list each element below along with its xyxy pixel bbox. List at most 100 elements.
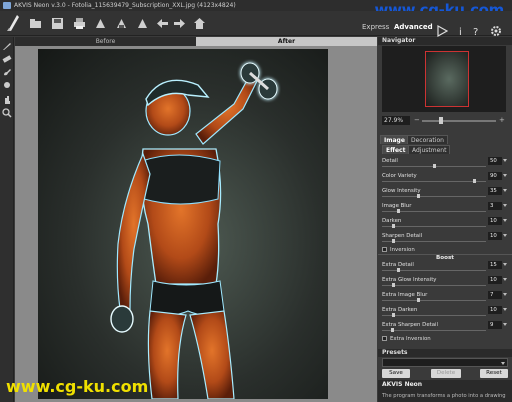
left-toolbar [0, 37, 14, 402]
mode-advanced[interactable]: Advanced [394, 23, 433, 31]
param-dropdown-icon[interactable] [503, 204, 507, 207]
param-slider[interactable] [382, 285, 486, 286]
param-label: Color Variety [382, 173, 417, 179]
param-slider-thumb[interactable] [392, 239, 396, 243]
tab-after[interactable]: After [196, 37, 377, 46]
param-slider-thumb[interactable] [472, 179, 476, 183]
param-glow-intensity: Glow Intensity 35 [381, 187, 509, 199]
param-dropdown-icon[interactable] [503, 293, 507, 296]
param-image-blur: Image Blur 3 [381, 202, 509, 214]
param-value[interactable]: 35 [488, 187, 502, 195]
run-icon[interactable] [436, 25, 448, 37]
param-slider-thumb[interactable] [432, 164, 436, 168]
param-slider[interactable] [382, 330, 486, 331]
param-value[interactable]: 10 [488, 306, 502, 314]
reset-button[interactable]: Reset [480, 369, 508, 378]
param-value[interactable]: 3 [488, 202, 502, 210]
param-slider-thumb[interactable] [391, 328, 395, 332]
param-dropdown-icon[interactable] [503, 174, 507, 177]
param-dropdown-icon[interactable] [503, 323, 507, 326]
smudge-tool-icon[interactable] [2, 80, 12, 90]
param-slider-thumb[interactable] [392, 313, 396, 317]
delete-preset-button[interactable]: Delete [431, 369, 461, 378]
hand-tool-icon[interactable] [2, 95, 12, 105]
stroke-tool-icon[interactable] [2, 41, 12, 51]
tab-adjustment[interactable]: Adjustment [408, 145, 451, 154]
param-slider-thumb[interactable] [392, 283, 396, 287]
presets-dropdown[interactable] [382, 358, 508, 367]
help-icon[interactable]: ? [471, 25, 483, 37]
param-extra-image-blur: Extra Image Blur 7 [381, 291, 509, 303]
about-icon[interactable]: i [455, 25, 467, 37]
param-slider-thumb[interactable] [397, 268, 401, 272]
home-icon[interactable] [192, 17, 206, 30]
param-dropdown-icon[interactable] [503, 189, 507, 192]
save-icon[interactable] [50, 17, 64, 30]
zoom-in-button[interactable]: + [499, 116, 505, 124]
param-slider-thumb[interactable] [417, 298, 421, 302]
param-extra-darken: Extra Darken 10 [381, 306, 509, 318]
inversion-checkbox[interactable]: Inversion [382, 246, 415, 254]
param-slider[interactable] [382, 241, 486, 242]
eraser-tool-icon[interactable] [2, 54, 12, 64]
svg-text:i: i [459, 27, 462, 37]
param-dropdown-icon[interactable] [503, 278, 507, 281]
param-dropdown-icon[interactable] [503, 234, 507, 237]
param-value[interactable]: 50 [488, 157, 502, 165]
zoom-out-button[interactable]: − [414, 116, 420, 124]
zoom-row: 27.9% − + [382, 116, 508, 126]
boost-header: Boost [378, 254, 512, 261]
batch-icon[interactable] [114, 17, 128, 30]
param-dropdown-icon[interactable] [503, 263, 507, 266]
param-slider[interactable] [382, 226, 486, 227]
tab-before[interactable]: Before [15, 37, 196, 46]
param-slider[interactable] [382, 196, 486, 197]
param-slider-thumb[interactable] [392, 224, 396, 228]
param-dropdown-icon[interactable] [503, 219, 507, 222]
image-canvas[interactable] [15, 46, 377, 402]
about-title: AKVIS Neon [382, 381, 423, 388]
navigator-view[interactable] [382, 46, 506, 112]
open-icon[interactable] [28, 17, 42, 30]
param-slider[interactable] [382, 181, 486, 182]
tab-image[interactable]: Image [380, 135, 409, 144]
tab-effect[interactable]: Effect [382, 145, 410, 154]
save-preset-button[interactable]: Save [382, 369, 410, 378]
param-dropdown-icon[interactable] [503, 308, 507, 311]
redo-icon[interactable] [172, 17, 186, 30]
zoom-tool-icon[interactable] [2, 108, 12, 118]
brush-tool-icon[interactable] [2, 67, 12, 77]
param-value[interactable]: 10 [488, 232, 502, 240]
param-slider[interactable] [382, 315, 486, 316]
param-extra-glow-intensity: Extra Glow Intensity 10 [381, 276, 509, 288]
zoom-slider-thumb[interactable] [439, 117, 443, 124]
akvis-logo-icon [7, 15, 19, 31]
param-value[interactable]: 90 [488, 172, 502, 180]
param-value[interactable]: 15 [488, 261, 502, 269]
share-icon[interactable] [93, 17, 107, 30]
plugin-icon[interactable] [135, 17, 149, 30]
zoom-value[interactable]: 27.9% [382, 116, 410, 125]
undo-icon[interactable] [155, 17, 169, 30]
checkbox-box[interactable] [382, 336, 387, 341]
param-label: Glow Intensity [382, 188, 421, 194]
settings-icon[interactable] [490, 25, 502, 37]
param-value[interactable]: 7 [488, 291, 502, 299]
param-slider-thumb[interactable] [397, 209, 401, 213]
extra-inversion-checkbox[interactable]: Extra Inversion [382, 335, 431, 343]
param-slider-thumb[interactable] [417, 194, 421, 198]
checkbox-box[interactable] [382, 247, 387, 252]
about-description: The program transforms a photo into a dr… [382, 393, 506, 399]
param-value[interactable]: 9 [488, 321, 502, 329]
tab-decoration[interactable]: Decoration [407, 135, 448, 144]
param-slider[interactable] [382, 300, 486, 301]
zoom-slider[interactable] [422, 120, 496, 122]
chevron-down-icon[interactable] [501, 362, 505, 365]
param-value[interactable]: 10 [488, 217, 502, 225]
print-icon[interactable] [72, 17, 86, 30]
param-dropdown-icon[interactable] [503, 159, 507, 162]
param-value[interactable]: 10 [488, 276, 502, 284]
about-box: AKVIS Neon The program transforms a phot… [378, 380, 512, 402]
mode-express[interactable]: Express [362, 23, 389, 31]
navigator-thumbnail[interactable] [425, 51, 469, 107]
